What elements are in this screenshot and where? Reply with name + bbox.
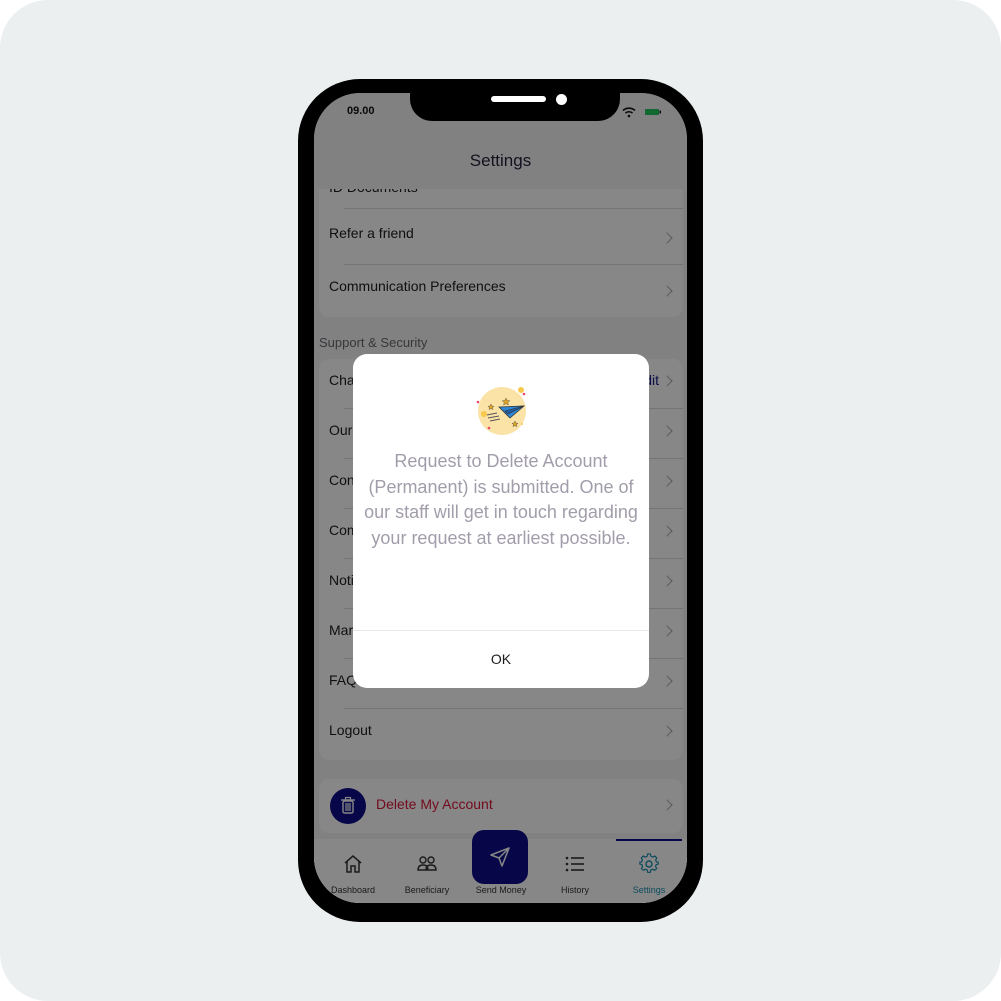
notch [410,93,620,121]
confirmation-dialog: Request to Delete Account (Permanent) is… [353,354,649,688]
paper-plane-icon [476,387,526,435]
phone-frame: 09.00 Settings ID Documents [298,79,703,922]
background: 09.00 Settings ID Documents [0,0,1001,1001]
speaker [491,96,546,102]
phone-screen: 09.00 Settings ID Documents [314,93,687,903]
ok-button[interactable]: OK [353,631,649,688]
camera [556,94,567,105]
dialog-message: Request to Delete Account (Permanent) is… [364,451,638,548]
